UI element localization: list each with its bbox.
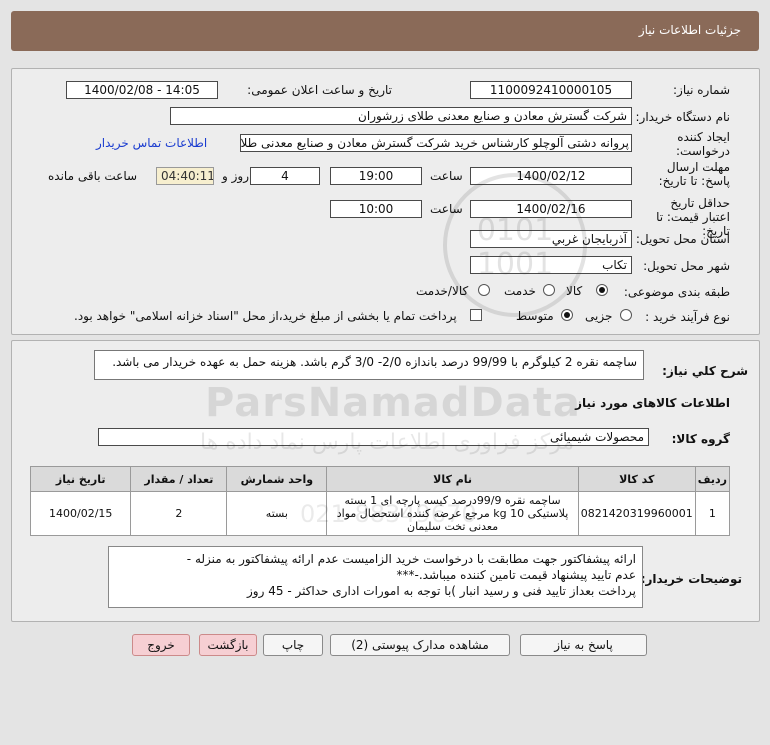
validity-time-field: 10:00 — [330, 200, 422, 218]
reply-button[interactable]: پاسخ به نیاز — [520, 634, 647, 656]
goods-group-label: گروه کالا: — [671, 432, 730, 446]
buyer-note-line: پرداخت بعداز تایید فنی و رسید انبار )با … — [247, 584, 636, 598]
exit-button[interactable]: خروج — [132, 634, 190, 656]
col-unit: واحد شمارش — [226, 466, 328, 492]
process-radio-medium[interactable] — [561, 309, 573, 321]
days-label: روز و — [222, 169, 249, 183]
table-row: 1400/02/15 2 بسته ساچمه نقره 99/9درصد کی… — [29, 491, 731, 536]
deadline-time-field: 19:00 — [330, 167, 422, 185]
goods-group-field: محصولات شیمیائی — [98, 428, 649, 446]
process-label: نوع فرآیند خرید : — [645, 310, 730, 324]
province-field: آذربایجان غربي — [470, 230, 632, 248]
city-label: شهر محل تحویل: — [643, 259, 730, 273]
province-label: استان محل تحویل: — [635, 232, 730, 246]
buyer-note-line: ارائه پیشفاکتور جهت مطابقت با درخواست خر… — [186, 552, 636, 566]
category-option-goods-service-label: کالا/خدمت — [416, 284, 469, 298]
announce-field: 1400/02/08 - 14:05 — [66, 81, 218, 99]
cell-qty: 2 — [130, 491, 228, 536]
buyer-note-line: عدم تایید پیشنهاد قیمت تامین کننده میباش… — [396, 568, 636, 582]
remaining-time-field: 04:40:11 — [156, 167, 214, 185]
remaining-time-label: ساعت باقی مانده — [48, 169, 138, 183]
col-code: کد کالا — [577, 466, 696, 492]
treasury-payment-note: پرداخت تمام یا بخشی از مبلغ خرید،از محل … — [74, 309, 457, 323]
buyer-org-field: شرکت گسترش معادن و صنایع معدنی طلای زرشو… — [170, 107, 632, 125]
deadline-date-field: 1400/02/12 — [470, 167, 632, 185]
print-button[interactable]: چاپ — [263, 634, 323, 656]
col-row: ردیف — [694, 466, 731, 492]
cell-code: 0821420319960001 — [577, 491, 696, 536]
back-button[interactable]: بازگشت — [199, 634, 257, 656]
page-header: جزئیات اطلاعات نیاز — [11, 11, 759, 51]
process-radio-minor[interactable] — [620, 309, 632, 321]
days-remaining-field: 4 — [250, 167, 320, 185]
goods-table: تاریخ نیاز تعداد / مقدار واحد شمارش نام … — [29, 466, 731, 536]
category-radio-service[interactable] — [543, 284, 555, 296]
requester-label: ایجاد کننده درخواست: — [676, 130, 730, 158]
requester-field: پروانه دشتی آلوچلو کارشناس خرید شرکت گست… — [240, 134, 632, 152]
description-label: شرح کلي نياز: — [662, 364, 748, 378]
buyer-contact-link[interactable]: اطلاعات تماس خریدار — [96, 136, 207, 150]
need-number-label: شماره نیاز: — [673, 83, 730, 97]
city-field: تکاب — [470, 256, 632, 274]
validity-time-label: ساعت — [430, 202, 463, 216]
deadline-label: مهلت ارسال پاسخ: تا تاریخ: — [658, 160, 730, 188]
cell-row: 1 — [694, 491, 731, 536]
cell-unit: بسته — [226, 491, 328, 536]
buyer-org-label: نام دستگاه خریدار: — [635, 110, 731, 124]
category-option-goods-label: کالا — [566, 284, 583, 298]
cell-name: ساچمه نقره 99/9درصد کیسه پارچه ای 1 بسته… — [326, 491, 579, 536]
buyer-notes-label: توضیحات خریدار: — [640, 572, 742, 586]
cell-date: 1400/02/15 — [29, 491, 132, 536]
need-number-field: 1100092410000105 — [470, 81, 632, 99]
category-radio-goods[interactable] — [596, 284, 608, 296]
category-radio-goods-service[interactable] — [478, 284, 490, 296]
category-label: طبقه بندی موضوعی: — [623, 285, 730, 299]
buyer-notes-box: ارائه پیشفاکتور جهت مطابقت با درخواست خر… — [108, 546, 643, 608]
announce-label: تاریخ و ساعت اعلان عمومی: — [247, 83, 392, 97]
view-attachments-button[interactable]: مشاهده مدارک پیوستی (2) — [330, 634, 510, 656]
treasury-payment-checkbox[interactable] — [470, 309, 482, 321]
process-option-minor-label: جزیی — [585, 309, 613, 323]
goods-section-title: اطلاعات کالاهای مورد نیاز — [575, 396, 730, 410]
page-title: جزئیات اطلاعات نیاز — [638, 23, 741, 37]
col-name: نام کالا — [326, 466, 579, 492]
process-option-medium-label: متوسط — [516, 309, 554, 323]
col-qty: تعداد / مقدار — [130, 466, 228, 492]
deadline-time-label: ساعت — [430, 169, 463, 183]
col-date: تاریخ نیاز — [29, 466, 132, 492]
description-box: ساچمه نقره 2 کیلوگرم با 99/99 درصد باندا… — [94, 350, 644, 380]
validity-date-field: 1400/02/16 — [470, 200, 632, 218]
category-option-service-label: خدمت — [504, 284, 536, 298]
